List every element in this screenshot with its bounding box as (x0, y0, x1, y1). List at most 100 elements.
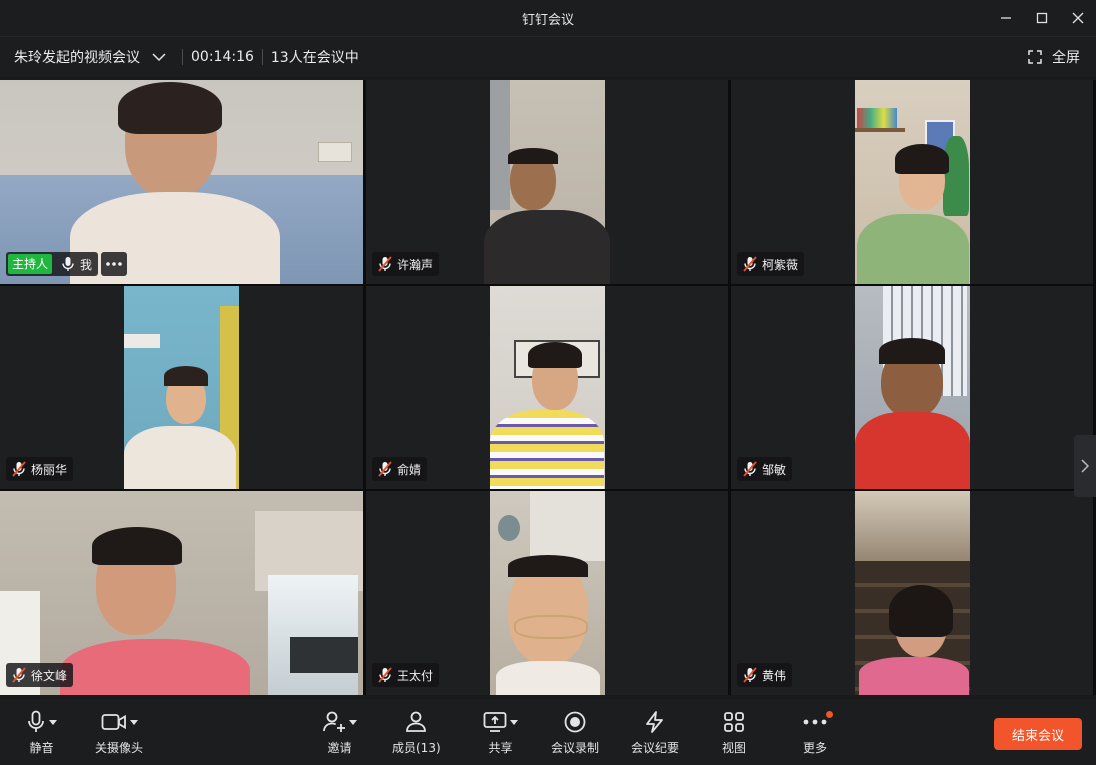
participant-nametag: 主持人 我 (6, 252, 99, 276)
minimize-button[interactable] (988, 0, 1024, 36)
view-label: 视图 (722, 741, 747, 755)
video-feed (855, 286, 970, 489)
record-button[interactable]: 会议录制 (551, 709, 599, 756)
participant-nametag: 徐文峰 (6, 663, 74, 687)
video-tile[interactable]: 柯紫薇 (731, 80, 1093, 284)
participant-nametag: 黄伟 (737, 663, 793, 687)
video-tile-self[interactable]: 主持人 我 (0, 80, 363, 284)
video-grid: 主持人 我 许瀚声 柯紫薇 杨丽华 俞婧 邹敏 徐文峰 王太付 黄伟 (0, 80, 1096, 695)
maximize-button[interactable] (1024, 0, 1060, 36)
share-label: 共享 (488, 741, 513, 755)
more-button[interactable]: 更多 (803, 709, 833, 756)
end-meeting-button[interactable]: 结束会议 (994, 718, 1082, 750)
meeting-title-dropdown[interactable]: 朱玲发起的视频会议 (0, 47, 166, 67)
maximize-icon (1036, 12, 1048, 24)
chevron-down-icon (152, 53, 166, 62)
video-feed (124, 286, 239, 489)
fullscreen-label: 全屏 (1052, 50, 1080, 66)
next-page-button[interactable] (1074, 435, 1096, 497)
microphone-muted-icon (378, 461, 392, 477)
divider (261, 49, 263, 65)
members-icon (406, 711, 427, 732)
bottom-toolbar: 静音 关摄像头 邀请 成员(13) 共享 会议录制 会议纪要 视图 更多 结束会… (0, 699, 1096, 765)
fullscreen-icon (1028, 50, 1042, 64)
microphone-icon (28, 710, 44, 732)
record-label: 会议录制 (551, 741, 600, 755)
chevron-right-icon (1081, 459, 1089, 473)
video-tile[interactable]: 王太付 (366, 491, 728, 695)
meeting-duration: 00:14:16 (191, 49, 254, 65)
more-dots-icon (106, 262, 122, 266)
close-icon (1072, 12, 1084, 24)
participant-name: 杨丽华 (31, 462, 68, 477)
notification-dot (826, 711, 833, 718)
participant-nametag: 柯紫薇 (737, 252, 805, 276)
participant-nametag: 邹敏 (737, 457, 793, 481)
minutes-label: 会议纪要 (631, 741, 680, 755)
share-button[interactable]: 共享 (483, 709, 518, 756)
participant-name: 黄伟 (762, 668, 787, 683)
video-tile[interactable]: 许瀚声 (366, 80, 728, 284)
microphone-muted-icon (743, 461, 757, 477)
window-title: 钉钉会议 (521, 12, 574, 28)
video-feed (490, 286, 605, 489)
participant-name: 俞婧 (397, 462, 422, 477)
invite-label: 邀请 (327, 741, 352, 755)
meeting-info-bar: 朱玲发起的视频会议 00:14:16 13人在会议中 全屏 (0, 36, 1096, 77)
microphone-muted-icon (12, 461, 26, 477)
participant-nametag: 许瀚声 (372, 252, 440, 276)
video-tile[interactable]: 杨丽华 (0, 286, 363, 489)
video-feed (855, 80, 970, 284)
mute-label: 静音 (29, 741, 54, 755)
meeting-title: 朱玲发起的视频会议 (14, 50, 140, 66)
microphone-muted-icon (743, 667, 757, 683)
lightning-icon (646, 711, 663, 733)
more-dots-icon (803, 719, 827, 725)
caret-down-icon[interactable] (349, 719, 357, 725)
add-user-icon (323, 711, 345, 732)
caret-down-icon[interactable] (49, 719, 57, 725)
video-tile[interactable]: 俞婧 (366, 286, 728, 489)
participant-nametag: 杨丽华 (6, 457, 74, 481)
video-tile[interactable]: 徐文峰 (0, 491, 363, 695)
participant-name: 徐文峰 (31, 668, 68, 683)
microphone-muted-icon (743, 256, 757, 272)
participant-name: 柯紫薇 (762, 257, 799, 272)
fullscreen-button[interactable]: 全屏 (1028, 37, 1080, 77)
view-button[interactable]: 视图 (722, 709, 746, 756)
participant-nametag: 王太付 (372, 663, 440, 687)
screen-share-icon (483, 712, 507, 732)
title-bar: 钉钉会议 (0, 0, 1096, 36)
video-feed (855, 491, 970, 695)
host-badge: 主持人 (8, 254, 53, 274)
minimize-icon (1001, 17, 1011, 19)
mute-button[interactable]: 静音 (26, 709, 57, 756)
participant-name: 王太付 (397, 668, 434, 683)
participant-name: 邹敏 (762, 462, 787, 477)
microphone-muted-icon (12, 667, 26, 683)
caret-down-icon[interactable] (129, 719, 138, 725)
tile-more-button[interactable] (101, 252, 127, 276)
camera-icon (101, 714, 126, 730)
members-label: 成员(13) (392, 741, 441, 755)
participant-name: 许瀚声 (397, 257, 434, 272)
minutes-button[interactable]: 会议纪要 (631, 709, 679, 756)
microphone-muted-icon (378, 256, 392, 272)
participant-name: 我 (80, 257, 93, 272)
window-controls (988, 0, 1096, 36)
video-tile[interactable]: 邹敏 (731, 286, 1093, 489)
participants-count: 13人在会议中 (270, 50, 359, 66)
members-button[interactable]: 成员(13) (392, 709, 441, 756)
camera-button[interactable]: 关摄像头 (95, 709, 143, 756)
video-feed (490, 491, 605, 695)
grid-view-icon (724, 712, 744, 732)
record-icon (564, 711, 586, 733)
camera-label: 关摄像头 (95, 741, 144, 755)
close-button[interactable] (1060, 0, 1096, 36)
invite-button[interactable]: 邀请 (322, 709, 357, 756)
participant-nametag: 俞婧 (372, 457, 428, 481)
caret-down-icon[interactable] (510, 719, 518, 725)
video-tile[interactable]: 黄伟 (731, 491, 1093, 695)
divider (182, 49, 183, 65)
video-feed (484, 80, 610, 284)
